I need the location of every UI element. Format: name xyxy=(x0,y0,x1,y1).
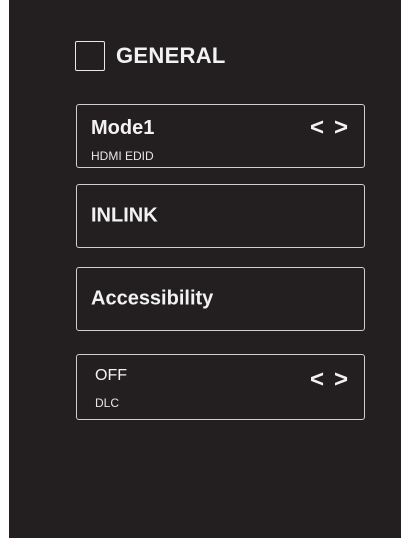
settings-panel: GENERAL Mode1 HDMI EDID < > INLINK Acces… xyxy=(9,0,401,538)
hdmi-edid-label: HDMI EDID xyxy=(91,149,154,163)
mode-next-arrow-icon[interactable]: > xyxy=(334,115,348,141)
dlc-setting[interactable]: OFF DLC < > xyxy=(76,354,365,420)
general-square-icon xyxy=(75,41,105,71)
section-title: GENERAL xyxy=(116,43,226,68)
inlink-label: INLINK xyxy=(91,204,158,227)
hdmi-edid-mode-setting[interactable]: Mode1 HDMI EDID < > xyxy=(76,104,365,168)
dlc-prev-arrow-icon[interactable]: < xyxy=(310,367,324,393)
dlc-label: DLC xyxy=(95,396,120,410)
dlc-next-arrow-icon[interactable]: > xyxy=(334,367,348,393)
mode-arrow-group: < > xyxy=(310,115,348,141)
mode-prev-arrow-icon[interactable]: < xyxy=(310,115,324,141)
accessibility-button[interactable]: Accessibility xyxy=(76,267,365,331)
inlink-button[interactable]: INLINK xyxy=(76,184,365,248)
dlc-value: OFF xyxy=(95,367,127,384)
section-header: GENERAL xyxy=(75,40,226,72)
accessibility-label: Accessibility xyxy=(91,287,214,310)
hdmi-edid-mode-value: Mode1 xyxy=(91,117,155,139)
dlc-arrow-group: < > xyxy=(310,367,348,393)
